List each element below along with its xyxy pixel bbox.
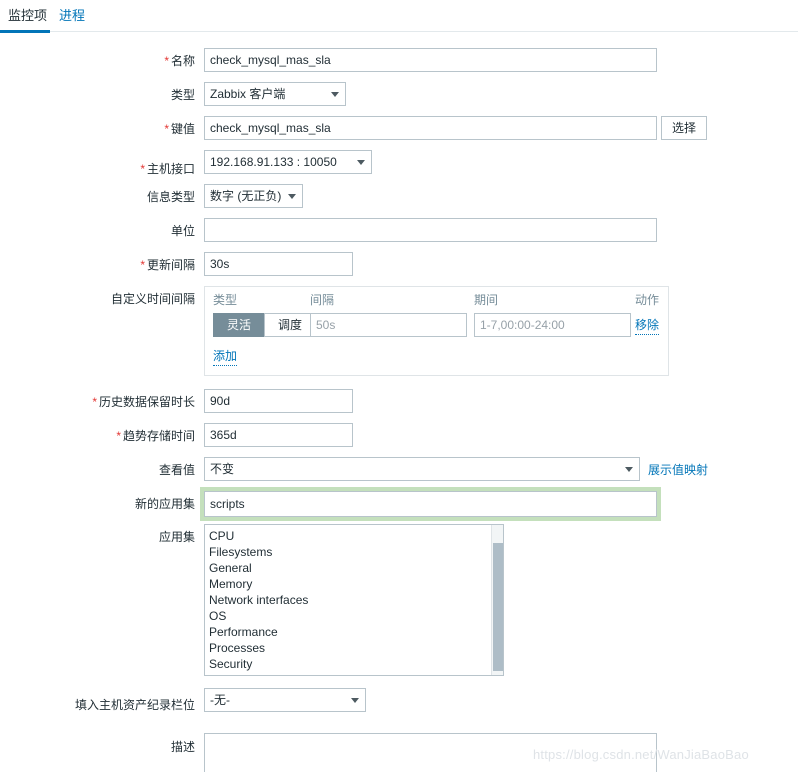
col-header-type: 类型 (213, 293, 238, 307)
tab-items[interactable]: 监控项 (8, 5, 47, 27)
chevron-down-icon (625, 467, 633, 472)
list-item[interactable]: Memory (205, 576, 503, 592)
value-type-select[interactable]: 数字 (无正负) (204, 184, 303, 208)
chevron-down-icon (331, 92, 339, 97)
applications-listbox[interactable]: CPU Filesystems General Memory Network i… (204, 524, 504, 676)
col-header-period: 期间 (474, 293, 499, 307)
col-header-interval: 间隔 (310, 293, 335, 307)
show-value-label: 查看值 (158, 463, 195, 477)
update-interval-input[interactable]: 30s (204, 252, 353, 276)
tab-active-indicator (0, 30, 50, 33)
applications-option-list: CPU Filesystems General Memory Network i… (205, 525, 503, 675)
watermark: https://blog.csdn.net/WanJiaBaoBao (533, 747, 749, 762)
description-label: 描述 (170, 740, 195, 754)
type-label: 类型 (170, 88, 195, 102)
required-asterisk: * (140, 162, 145, 176)
trends-input[interactable]: 365d (204, 423, 353, 447)
history-label: * 历史数据保留时长 (92, 395, 195, 409)
list-item[interactable]: CPU (205, 528, 503, 544)
required-asterisk: * (140, 258, 145, 272)
inventory-field-select[interactable]: -无- (204, 688, 366, 712)
list-item[interactable]: Zabbix agent (205, 672, 503, 675)
list-item[interactable]: Filesystems (205, 544, 503, 560)
list-item[interactable]: Processes (205, 640, 503, 656)
value-mapping-link[interactable]: 展示值映射 (648, 463, 708, 478)
key-label: * 键值 (164, 122, 195, 136)
custom-interval-input[interactable]: 50s (310, 313, 467, 337)
value-type-label: 信息类型 (146, 190, 195, 204)
interval-type-scheduling-button[interactable]: 调度 (264, 313, 316, 337)
history-input[interactable]: 90d (204, 389, 353, 413)
tab-divider (0, 31, 798, 32)
type-select-value: Zabbix 客户端 (210, 87, 286, 101)
custom-period-input[interactable]: 1-7,00:00-24:00 (474, 313, 631, 337)
applications-scrollbar-thumb[interactable] (493, 543, 503, 671)
required-asterisk: * (164, 122, 169, 136)
name-label: * 名称 (164, 54, 195, 68)
list-item[interactable]: OS (205, 608, 503, 624)
units-input[interactable] (204, 218, 657, 242)
chevron-down-icon (351, 698, 359, 703)
inventory-field-value: -无- (210, 693, 230, 707)
applications-label: 应用集 (158, 530, 195, 544)
host-interface-label: * 主机接口 (140, 162, 195, 176)
custom-intervals-label: 自定义时间间隔 (110, 292, 195, 306)
tab-bar: 监控项 进程 (0, 0, 798, 33)
inventory-field-label: 填入主机资产纪录栏位 (74, 698, 195, 712)
list-item[interactable]: General (205, 560, 503, 576)
units-label: 单位 (170, 224, 195, 238)
required-asterisk: * (92, 395, 97, 409)
key-select-button[interactable]: 选择 (661, 116, 707, 140)
show-value-selected: 不变 (210, 462, 235, 476)
name-input[interactable]: check_mysql_mas_sla (204, 48, 657, 72)
custom-intervals-table: 类型 间隔 期间 动作 灵活 调度 50s 1-7,00:00-24:00 移除… (204, 286, 669, 376)
update-interval-label: * 更新间隔 (140, 258, 195, 272)
new-application-label: 新的应用集 (134, 497, 195, 511)
key-input[interactable]: check_mysql_mas_sla (204, 116, 657, 140)
trends-label: * 趋势存储时间 (116, 429, 195, 443)
new-application-input[interactable]: scripts (204, 491, 657, 517)
chevron-down-icon (288, 194, 296, 199)
required-asterisk: * (164, 54, 169, 68)
value-type-value: 数字 (无正负) (210, 189, 282, 203)
interval-type-flexible-button[interactable]: 灵活 (213, 313, 265, 337)
host-interface-value: 192.168.91.133 : 10050 (210, 155, 337, 169)
show-value-select[interactable]: 不变 (204, 457, 640, 481)
list-item[interactable]: Performance (205, 624, 503, 640)
custom-interval-add-link[interactable]: 添加 (213, 349, 238, 366)
chevron-down-icon (357, 160, 365, 165)
list-item[interactable]: Network interfaces (205, 592, 503, 608)
required-asterisk: * (116, 429, 121, 443)
tab-processes[interactable]: 进程 (59, 5, 85, 27)
applications-scrollbar[interactable] (491, 525, 503, 675)
custom-interval-remove-link[interactable]: 移除 (635, 318, 660, 335)
type-select[interactable]: Zabbix 客户端 (204, 82, 346, 106)
col-header-action: 动作 (635, 293, 660, 307)
list-item[interactable]: Security (205, 656, 503, 672)
host-interface-select[interactable]: 192.168.91.133 : 10050 (204, 150, 372, 174)
item-config-page: 监控项 进程 * 名称 check_mysql_mas_sla 类型 Zabbix… (0, 0, 798, 772)
